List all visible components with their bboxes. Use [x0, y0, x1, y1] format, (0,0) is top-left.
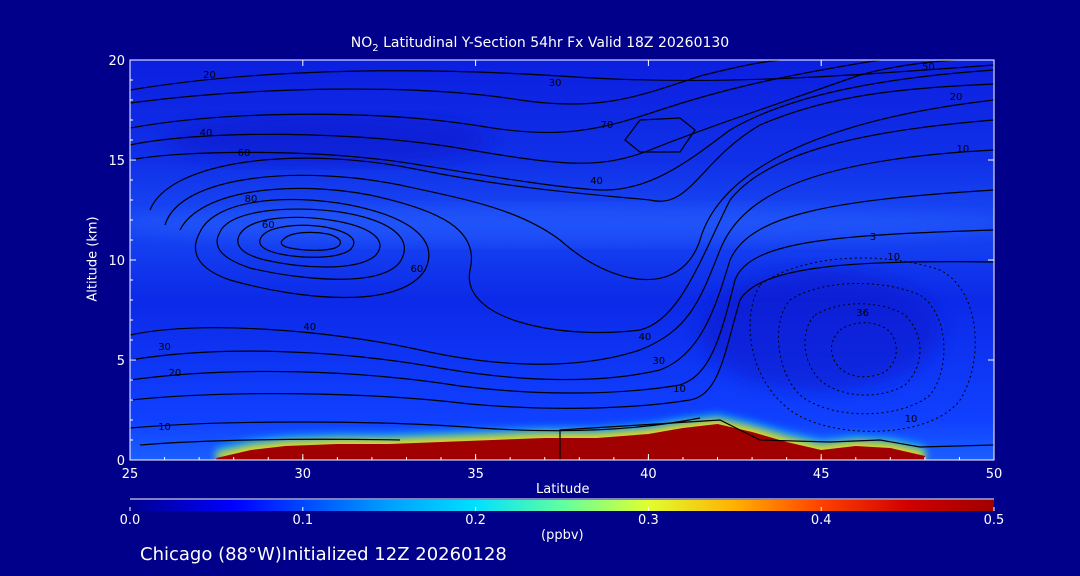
contour-label: 60	[238, 148, 251, 159]
contour-label: 10	[673, 384, 686, 395]
contour-label: 40	[303, 322, 316, 333]
contour-label: 30	[652, 356, 665, 367]
x-tick-label: 45	[813, 467, 830, 482]
field-band	[700, 270, 940, 390]
colorbar-tick-label: 0.5	[984, 513, 1005, 528]
x-tick-label: 30	[295, 467, 312, 482]
contour-label: 20	[169, 368, 182, 379]
y-tick-label: 5	[117, 354, 125, 369]
contour-label: 20	[950, 92, 963, 103]
colorbar-tick-label: 0.0	[120, 513, 141, 528]
colorbar-tick-label: 0.3	[638, 513, 659, 528]
contour-label: 70	[601, 120, 614, 131]
colorbar-tick-label: 0.4	[811, 513, 832, 528]
colorbar-units: (ppbv)	[541, 528, 584, 543]
y-tick-label: 15	[108, 154, 125, 169]
contour-label: 10	[957, 144, 970, 155]
footer-text: Chicago (88°W)Initialized 12Z 20260128	[140, 544, 507, 565]
x-axis-label: Latitude	[536, 482, 590, 497]
colorbar-tick-label: 0.1	[292, 513, 313, 528]
x-tick-label: 35	[467, 467, 484, 482]
y-axis-label: Altitude (km)	[85, 216, 101, 302]
x-tick-label: 50	[986, 467, 1003, 482]
contour-label: 60	[262, 220, 275, 231]
contour-label: 20	[203, 70, 216, 81]
contour-label: 40	[590, 176, 603, 187]
contour-label: 10	[887, 252, 900, 263]
contour-label: 36	[856, 308, 869, 319]
contour-label: 80	[245, 194, 258, 205]
contour-label: 3	[870, 232, 876, 243]
contour-label: 30	[549, 78, 562, 89]
colorbar-tick-label: 0.2	[465, 513, 486, 528]
y-tick-label: 10	[108, 254, 125, 269]
x-tick-label: 25	[122, 467, 139, 482]
x-tick-label: 40	[640, 467, 657, 482]
contour-label: 50	[922, 62, 935, 73]
contour-label: 60	[410, 264, 423, 275]
y-tick-label: 0	[117, 454, 125, 469]
contour-label: 30	[158, 342, 171, 353]
contour-label: 10	[905, 414, 918, 425]
field-band	[170, 115, 490, 165]
contour-label: 40	[200, 128, 213, 139]
contour-label: 10	[158, 422, 171, 433]
contour-label: 40	[639, 332, 652, 343]
y-tick-label: 20	[108, 54, 125, 69]
colorbar-bar	[130, 500, 994, 511]
